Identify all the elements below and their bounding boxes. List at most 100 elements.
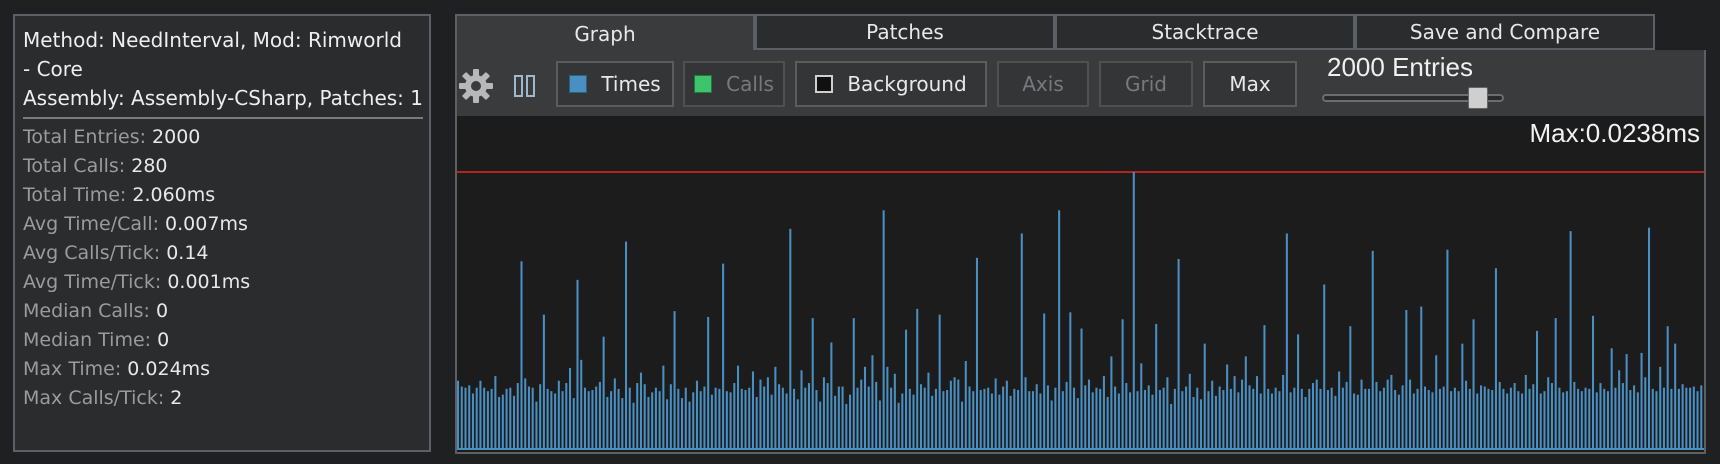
time-bar xyxy=(1087,379,1091,448)
time-bar xyxy=(998,394,1001,448)
time-bar xyxy=(1401,385,1404,448)
grid-button[interactable]: Grid xyxy=(1099,61,1193,107)
time-bar xyxy=(860,379,863,448)
entries-slider-thumb[interactable] xyxy=(1467,87,1488,109)
times-label: Times xyxy=(601,72,661,96)
time-bar xyxy=(1241,379,1244,448)
time-bar xyxy=(923,387,926,448)
background-checkbox[interactable] xyxy=(815,75,834,93)
time-bar xyxy=(893,373,896,448)
stat-label: Max Calls/Tick: xyxy=(23,387,171,409)
time-bar xyxy=(1143,390,1147,448)
time-bar xyxy=(938,314,941,448)
time-bar xyxy=(610,391,613,448)
time-bar xyxy=(1524,374,1527,448)
time-bar xyxy=(1588,388,1591,448)
time-bar xyxy=(1420,306,1423,448)
tab-graph[interactable]: Graph xyxy=(455,14,755,52)
tab-save-and-compare[interactable]: Save and Compare xyxy=(1355,14,1655,50)
time-bar xyxy=(1591,315,1595,448)
time-bar xyxy=(1282,374,1285,448)
time-bar xyxy=(1696,391,1699,448)
time-bar xyxy=(1502,388,1505,448)
time-bar xyxy=(1662,387,1665,448)
time-bar xyxy=(1535,330,1539,448)
time-bar xyxy=(692,392,695,448)
time-bar xyxy=(1080,328,1083,448)
time-bar xyxy=(1375,381,1378,448)
time-bar xyxy=(1147,385,1150,448)
time-bar xyxy=(636,383,639,448)
time-bar xyxy=(856,387,859,448)
background-toggle[interactable]: Background xyxy=(795,61,987,107)
tab-patches[interactable]: Patches xyxy=(755,14,1055,50)
time-bar xyxy=(557,380,560,448)
time-bar xyxy=(834,395,837,448)
time-bar xyxy=(1084,385,1087,448)
stat-row: Max Calls/Tick: 2 xyxy=(23,384,423,413)
time-bar xyxy=(1345,381,1348,448)
axis-button[interactable]: Axis xyxy=(997,61,1089,107)
calls-label: Calls xyxy=(726,72,774,96)
time-bar xyxy=(905,329,908,448)
time-bar xyxy=(1229,388,1232,448)
times-checkbox[interactable] xyxy=(569,75,588,93)
time-bar xyxy=(796,399,799,448)
time-bar xyxy=(1700,385,1703,448)
time-bar xyxy=(483,387,486,448)
time-bar xyxy=(908,388,911,448)
time-bar xyxy=(863,366,867,448)
times-toggle[interactable]: Times xyxy=(556,61,674,107)
time-bar xyxy=(1323,284,1326,448)
time-bar xyxy=(1543,391,1546,448)
time-bar xyxy=(651,392,654,448)
time-bar xyxy=(613,378,616,448)
time-bar xyxy=(729,392,732,448)
time-bar xyxy=(1651,388,1654,448)
time-bar xyxy=(1065,381,1068,448)
stat-value: 0.024ms xyxy=(127,358,211,380)
time-bar xyxy=(1573,381,1576,448)
time-bar xyxy=(505,388,508,448)
time-bar xyxy=(1685,387,1688,448)
calls-checkbox[interactable] xyxy=(694,75,713,93)
time-bar xyxy=(699,391,702,448)
time-bar xyxy=(569,367,572,448)
time-bar xyxy=(793,388,796,448)
time-bar xyxy=(1114,386,1117,448)
time-bar xyxy=(460,386,463,448)
max-button[interactable]: Max xyxy=(1203,61,1297,107)
time-bar xyxy=(830,342,833,448)
time-bar xyxy=(1020,233,1023,448)
time-bar xyxy=(975,257,979,448)
stat-label: Total Entries: xyxy=(23,126,153,148)
time-bar xyxy=(1270,393,1273,448)
time-bar xyxy=(662,365,665,448)
calls-toggle[interactable]: Calls xyxy=(683,61,785,107)
time-bar xyxy=(770,394,773,448)
stat-label: Avg Calls/Tick: xyxy=(23,242,167,264)
time-bar xyxy=(1629,390,1632,448)
time-bar xyxy=(1252,388,1255,448)
time-bar xyxy=(1539,393,1542,448)
time-bar xyxy=(475,387,478,448)
time-bar xyxy=(669,384,672,448)
tab-stacktrace[interactable]: Stacktrace xyxy=(1055,14,1355,50)
time-bar xyxy=(1465,380,1468,448)
time-bar xyxy=(1648,227,1651,448)
time-bar xyxy=(1181,391,1184,448)
pause-icon[interactable] xyxy=(513,73,537,99)
time-bar xyxy=(1330,387,1333,448)
time-bar xyxy=(882,210,885,448)
time-bar xyxy=(1618,370,1621,448)
stats-divider xyxy=(23,117,423,119)
time-bar xyxy=(1659,366,1662,448)
time-bar xyxy=(1140,363,1143,448)
time-bar xyxy=(1517,391,1520,448)
time-bar xyxy=(647,396,650,448)
gear-icon[interactable] xyxy=(458,68,494,104)
time-bar xyxy=(1577,388,1580,448)
time-bar xyxy=(501,394,504,448)
time-bar xyxy=(897,402,900,448)
max-value-label: Max:0.0238ms xyxy=(1529,118,1700,148)
